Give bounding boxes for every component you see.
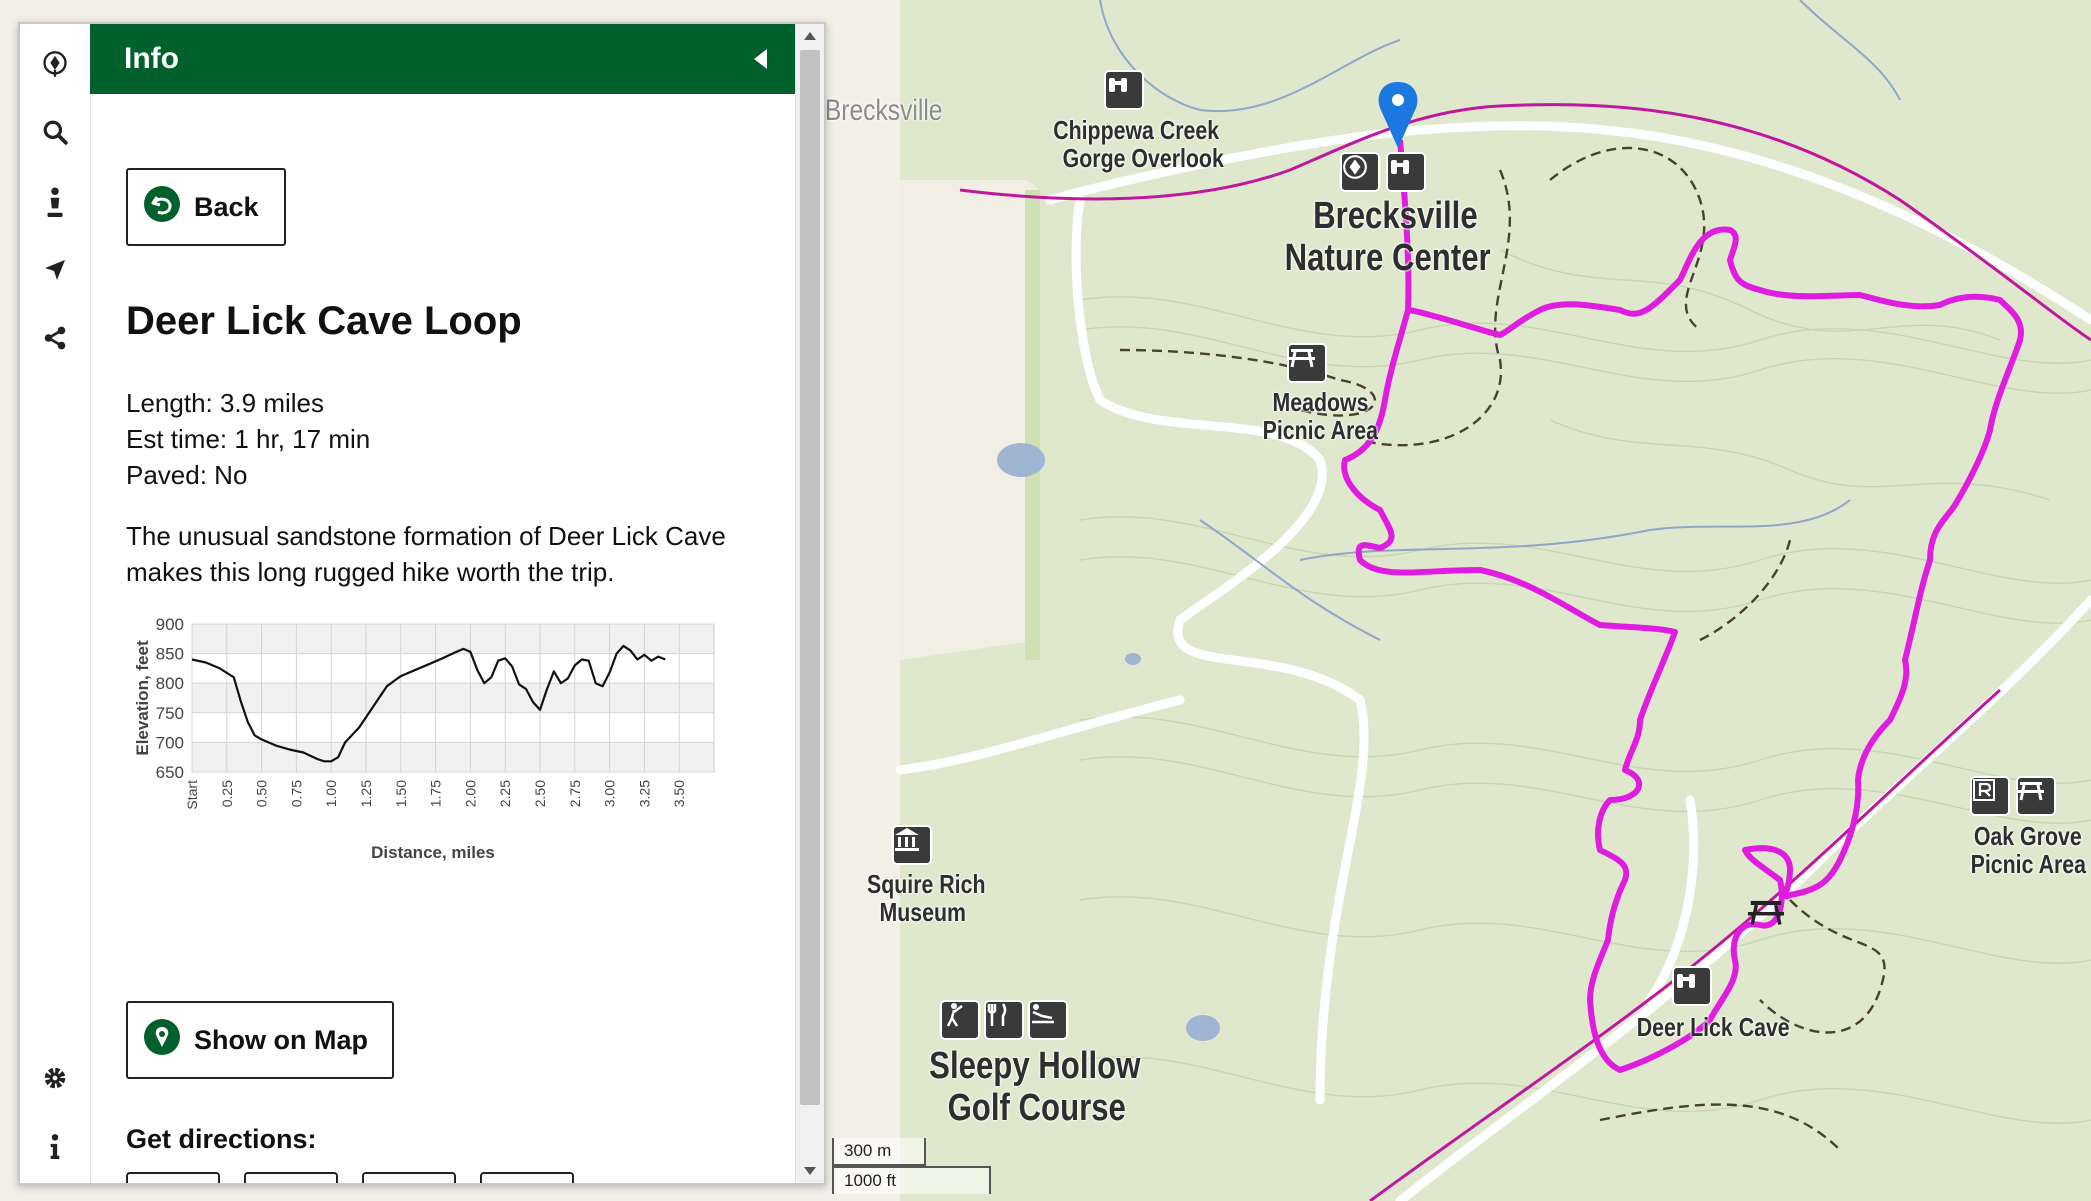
- panel-scrollbar[interactable]: [795, 24, 824, 1183]
- chart-y-tick-label: 850: [156, 645, 184, 664]
- back-button[interactable]: Back: [126, 168, 286, 246]
- trail-length: Length: 3.9 miles: [126, 388, 325, 418]
- show-on-map-button[interactable]: Show on Map: [126, 1001, 394, 1079]
- pond: [997, 443, 1045, 477]
- share-icon[interactable]: [35, 318, 75, 358]
- restaurant-icon[interactable]: [984, 1000, 1024, 1040]
- overlook-binoculars-icon[interactable]: [1386, 152, 1426, 192]
- chart-x-tick-label: 3.00: [602, 780, 618, 807]
- chart-grid-band: [192, 742, 714, 772]
- chart-x-tick-label: 1.25: [358, 780, 374, 807]
- chart-x-tick-label: 3.50: [671, 780, 687, 807]
- search-icon[interactable]: [35, 112, 75, 152]
- chart-y-tick-label: 750: [156, 704, 184, 723]
- sledding-icon[interactable]: [1028, 1000, 1068, 1040]
- town-label: Brecksville: [824, 94, 943, 127]
- collapse-panel-button[interactable]: [748, 46, 774, 72]
- chart-x-tick-label: 3.25: [636, 780, 652, 807]
- chart-grid-band: [192, 683, 714, 713]
- directions-car-button[interactable]: [362, 1172, 456, 1183]
- chart-x-tick-label: 0.25: [219, 780, 235, 807]
- poi-label-oak-grove-line1: Oak Grove: [1973, 821, 2082, 851]
- chart-x-tick-label: 2.50: [532, 780, 548, 807]
- poi-label-chippewa-line2: Gorge Overlook: [1062, 143, 1224, 173]
- chart-y-tick-label: 650: [156, 763, 184, 782]
- directions-bus-button[interactable]: [480, 1172, 574, 1183]
- chart-x-tick-label: 1.50: [393, 780, 409, 807]
- settings-icon[interactable]: [35, 1058, 75, 1098]
- panel-content: Back Deer Lick Cave Loop Length: 3.9 mil…: [90, 94, 796, 1183]
- poi-label-sleepy-hollow-line2: Golf Course: [947, 1087, 1126, 1129]
- chart-x-tick-label: 2.25: [497, 780, 513, 807]
- nature-center-leaf-icon[interactable]: [1340, 152, 1380, 192]
- poi-label-deer-lick-cave: Deer Lick Cave: [1636, 1012, 1790, 1042]
- chart-y-tick-label: 800: [156, 674, 184, 693]
- show-on-map-label: Show on Map: [194, 1024, 368, 1055]
- navigate-arrow-icon[interactable]: [35, 250, 75, 290]
- chart-x-tick-label: 2.75: [567, 780, 583, 807]
- trail-description: The unusual sandstone formation of Deer …: [126, 521, 726, 587]
- poi-label-sleepy-hollow-line1: Sleepy Hollow: [929, 1045, 1141, 1087]
- elevation-chart: 650 700 750 800 850 900 Start 0.25 0.50 0.75 1.00 1…: [126, 614, 786, 974]
- chart-x-axis-label: Distance, miles: [371, 843, 495, 862]
- map-pin-icon: [144, 1018, 180, 1062]
- trail-title: Deer Lick Cave Loop: [126, 299, 522, 343]
- info-icon[interactable]: [35, 1126, 75, 1166]
- directions-bike-button[interactable]: [244, 1172, 338, 1183]
- chart-x-tick-label: 0.50: [254, 780, 270, 807]
- back-button-label: Back: [194, 191, 259, 222]
- overlook-binoculars-icon[interactable]: [1104, 70, 1144, 110]
- chart-x-tick-label: 0.75: [288, 780, 304, 807]
- chart-y-axis-label: Elevation, feet: [133, 640, 152, 756]
- park-leaf-icon[interactable]: [35, 44, 75, 84]
- park-boundary: [1025, 190, 1040, 660]
- trail-paved: Paved: No: [126, 460, 248, 490]
- poi-label-nature-center-line1: Brecksville: [1313, 195, 1478, 237]
- chevron-left-icon: [754, 49, 767, 69]
- chart-grid-band: [192, 624, 714, 654]
- panel-title: Info: [124, 42, 179, 75]
- golf-icon[interactable]: [940, 1000, 980, 1040]
- directions-heading: Get directions:: [126, 1124, 317, 1154]
- poi-label-oak-grove-line2: Picnic Area: [1970, 849, 2087, 879]
- scroll-down-arrow-icon[interactable]: [796, 1159, 824, 1183]
- trail-est-time: Est time: 1 hr, 17 min: [126, 424, 371, 454]
- chart-x-tick-label: 2.00: [462, 780, 478, 807]
- urban-area: [900, 180, 1040, 660]
- poi-label-squire-line1: Squire Rich: [867, 869, 986, 899]
- panel-header: Info: [90, 24, 796, 94]
- chart-y-tick-label: 700: [156, 733, 184, 752]
- chart-y-tick-label: 900: [156, 615, 184, 634]
- chart-x-tick-label: Start: [184, 780, 200, 810]
- poi-label-meadows-line1: Meadows: [1272, 387, 1369, 417]
- scrollbar-thumb[interactable]: [800, 50, 820, 1105]
- poi-label-meadows-line2: Picnic Area: [1262, 415, 1379, 445]
- back-arrow-icon: [144, 185, 180, 229]
- hiker-icon[interactable]: [35, 182, 75, 222]
- picnic-table-icon[interactable]: [1287, 343, 1327, 383]
- chart-x-tick-label: 1.75: [428, 780, 444, 807]
- scale-metric: 300 m: [832, 1138, 926, 1166]
- pond: [1125, 653, 1141, 665]
- poi-label-chippewa-line1: Chippewa Creek: [1053, 115, 1220, 145]
- chart-x-tick-label: 1.00: [323, 780, 339, 807]
- scroll-up-arrow-icon[interactable]: [796, 24, 824, 48]
- picnic-table-icon[interactable]: [2016, 776, 2056, 816]
- elevation-chart-svg: 650 700 750 800 850 900 Start 0.25 0.50 0.75 1.00 1…: [133, 615, 715, 862]
- info-panel: Info Back Deer Lick Cave Loop Length: 3.…: [18, 22, 826, 1185]
- reservable-icon[interactable]: [1970, 776, 2010, 816]
- scale-imperial: 1000 ft: [832, 1166, 991, 1194]
- poi-label-squire-line2: Museum: [879, 897, 966, 927]
- museum-icon[interactable]: [892, 825, 932, 865]
- scale-bar: 300 m 1000 ft: [832, 1138, 997, 1194]
- pond: [1186, 1015, 1220, 1041]
- directions-walk-button[interactable]: [126, 1172, 220, 1183]
- park-area: [900, 0, 2091, 1201]
- cave-binoculars-icon[interactable]: [1672, 966, 1712, 1006]
- icon-rail: [20, 24, 91, 1183]
- poi-label-nature-center-line2: Nature Center: [1284, 237, 1491, 279]
